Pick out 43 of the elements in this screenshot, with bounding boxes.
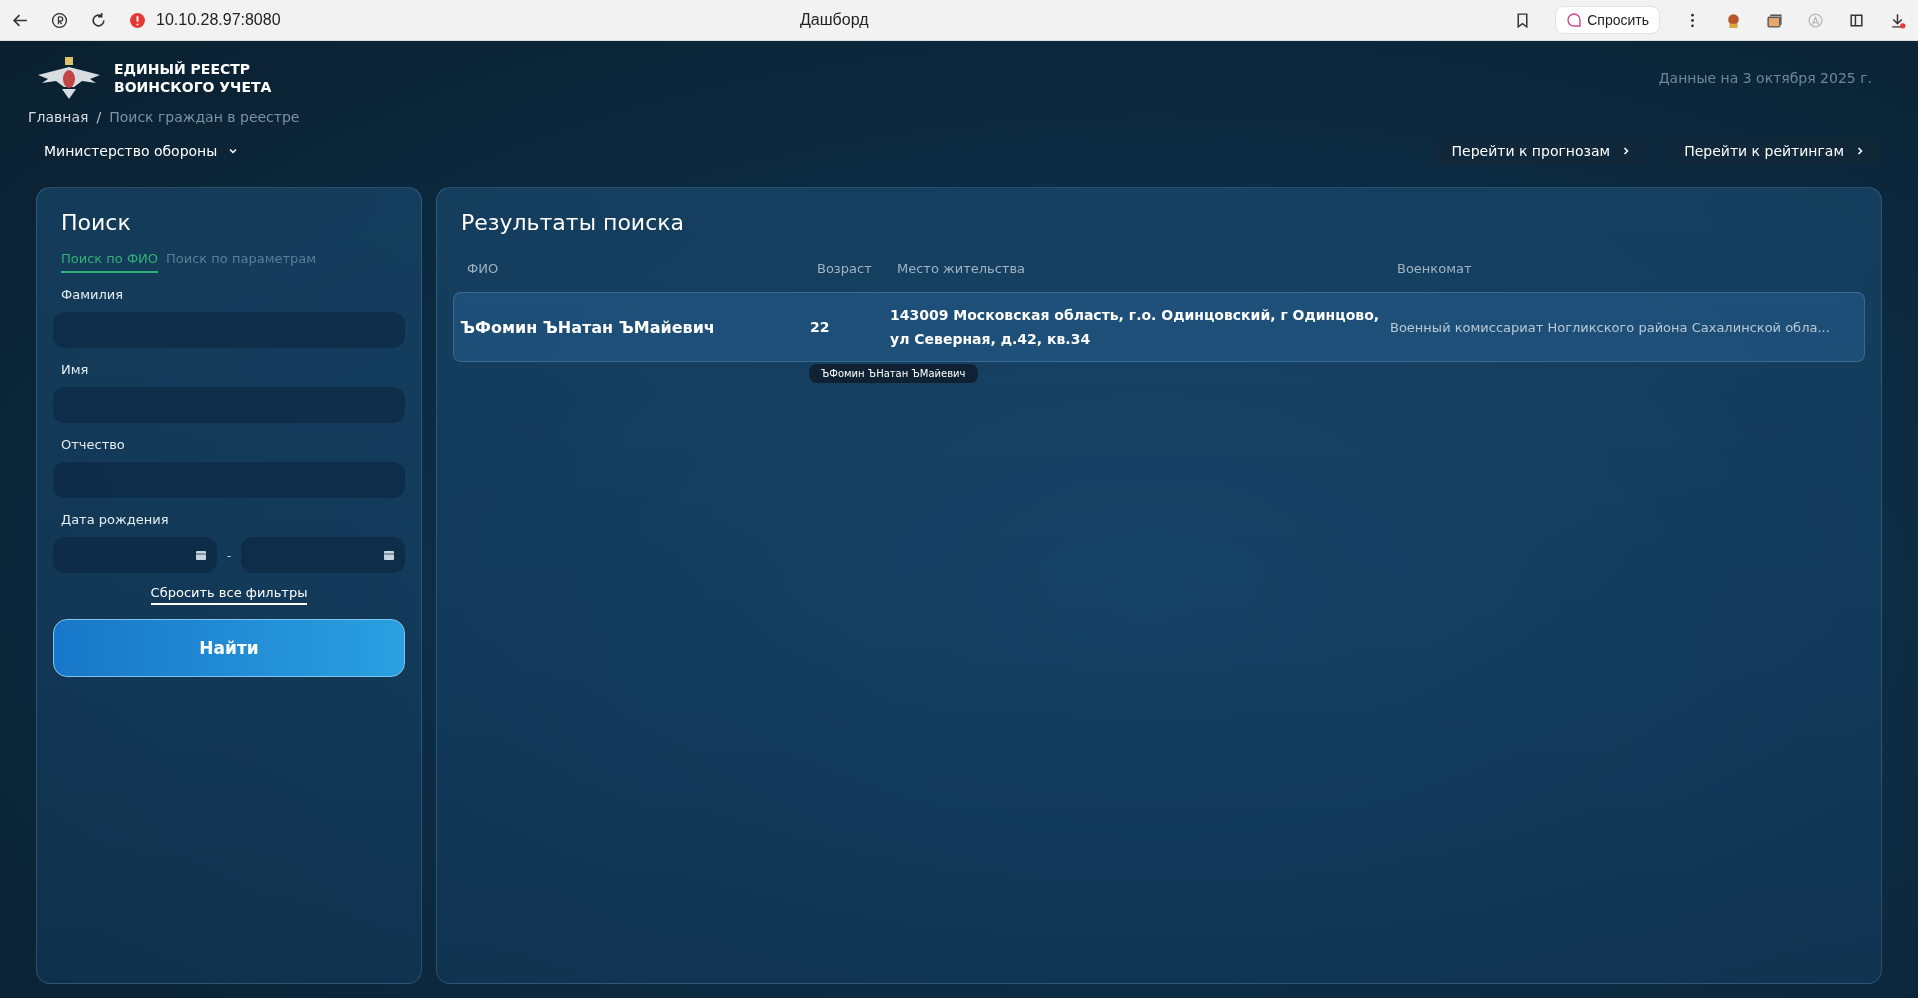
panel-title: Поиск: [61, 210, 132, 235]
table-cell-text: 22: [810, 319, 831, 335]
data-date: Данные на 3 октября 2025 г.: [1658, 70, 1872, 86]
date-field[interactable]: [53, 537, 217, 573]
search-button[interactable]: Найти: [53, 619, 405, 677]
browser-logo-icon[interactable]: [51, 11, 68, 29]
breadcrumb-separator: /: [96, 109, 102, 125]
field-label: Имя: [61, 362, 90, 377]
date-separator: -: [226, 547, 232, 563]
search-tab[interactable]: Поиск по ФИО: [61, 251, 159, 273]
sidebar-icon[interactable]: [1848, 11, 1865, 29]
calendar-icon[interactable]: [383, 549, 395, 561]
column-header: Возраст: [817, 261, 873, 276]
extension-icon[interactable]: [1725, 11, 1742, 29]
date-field[interactable]: [241, 537, 405, 573]
table-cell-text: ЪФомин ЪНатан ЪМайевич: [460, 317, 716, 337]
page-title: Дашборд: [800, 11, 869, 29]
column-header: ФИО: [467, 261, 500, 276]
field-label: Фамилия: [61, 287, 124, 302]
table-cell-text: Военный комиссариат Ногликского района Сахалинской обла...: [1390, 319, 1831, 335]
nav-link[interactable]: Перейти к рейтингам: [1668, 137, 1882, 165]
column-header: Военкомат: [1397, 261, 1473, 276]
windows-icon[interactable]: [1766, 11, 1783, 29]
breadcrumb-link[interactable]: Поиск граждан в реестре: [109, 109, 300, 125]
warning-icon[interactable]: [129, 11, 146, 29]
panel-title: Результаты поиска: [461, 210, 686, 235]
department-dropdown[interactable]: Министерство обороны: [28, 137, 256, 165]
reload-icon[interactable]: [90, 11, 107, 29]
ask-button[interactable]: Спросить: [1555, 6, 1660, 34]
field-label: Дата рождения: [61, 512, 170, 527]
breadcrumb-link[interactable]: Главная: [28, 109, 89, 125]
result-row[interactable]: ЪФомин ЪНатан ЪМайевич 22 143009 Московская область, г.о. Одинцовский, г Одинцово, ул Северная, д.42, кв.34 Военный комиссариат Ногликского района Сахалинской обла...: [453, 292, 1865, 362]
calendar-icon[interactable]: [194, 549, 207, 561]
download-icon[interactable]: [1889, 11, 1906, 29]
app-title: ЕДИНЫЙ РЕЕСТР ВОИНСКОГО УЧЕТА: [114, 60, 272, 96]
field-label: Отчество: [61, 437, 126, 452]
column-header: Место жительства: [897, 261, 1027, 276]
tooltip: ЪФомин ЪНатан ЪМайевич: [809, 364, 978, 383]
table-cell-text: 143009 Московская область, г.о. Одинцовский, г Одинцово, ул Северная, д.42, кв.34: [890, 306, 1381, 349]
address-bar[interactable]: 10.10.28.97:8080: [156, 11, 281, 29]
nav-link[interactable]: Перейти к прогнозам: [1435, 137, 1649, 165]
reset-filters-link[interactable]: Сбросить все фильтры: [150, 585, 308, 605]
chat-bubble-icon: [1566, 12, 1583, 28]
